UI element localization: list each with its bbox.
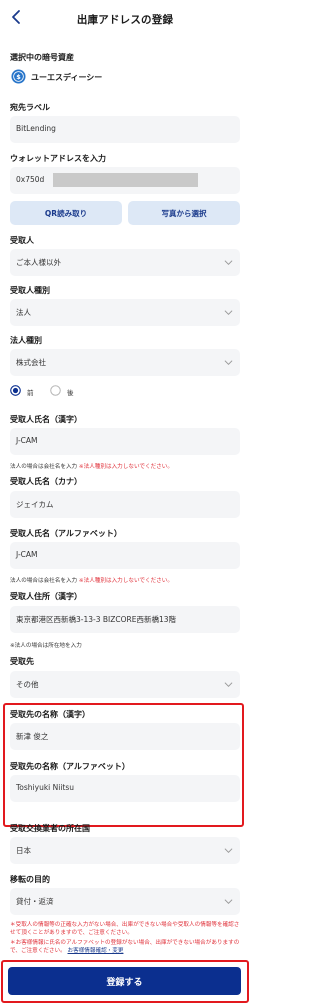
corp-type-value: 株式会社	[16, 358, 46, 367]
address-label: 受取人住所（漢字）	[10, 592, 82, 601]
exchange-country-value: 日本	[16, 846, 31, 855]
recipient-type-select[interactable]: 法人	[10, 299, 240, 326]
notice-alphabet: ＊お客様情報に氏名のアルファベットの登録がない場合、出庫ができない場合があります…	[10, 939, 242, 955]
recipient-type-label: 受取人種別	[10, 286, 50, 295]
recipient-select[interactable]: ご本人様以外	[10, 249, 240, 276]
name-alpha-value: J-CAM	[16, 550, 38, 559]
name-kana-label: 受取人氏名（カナ）	[10, 477, 82, 486]
notice-accuracy: ＊受取人の情報等の正確な入力がない場合、出庫ができない場合や受取人の情報等を確認…	[10, 922, 240, 937]
purpose-select[interactable]: 貸付・返済	[10, 888, 240, 915]
radio-after[interactable]	[50, 385, 61, 396]
chevron-down-icon	[224, 899, 233, 905]
wallet-address-label: ウォレットアドレスを入力	[10, 154, 106, 163]
qr-scan-button[interactable]: QR読み取り	[10, 201, 122, 225]
destination-label-value: BitLending	[16, 124, 56, 133]
receiver-label: 受取先	[10, 657, 34, 666]
chevron-down-icon	[224, 310, 233, 316]
usdc-coin-icon: $	[11, 69, 26, 84]
receiver-name-kanji-label: 受取先の名称（漢字）	[10, 710, 90, 719]
customer-info-link[interactable]: お客様情報確認・変更	[68, 948, 124, 954]
destination-label-label: 宛先ラベル	[10, 103, 50, 112]
name-kana-value: ジェイカム	[16, 500, 54, 509]
photo-select-button[interactable]: 写真から選択	[128, 201, 240, 225]
name-alpha-note-text: 法人の場合は会社名を入力	[10, 578, 78, 584]
redacted-address-mask	[53, 173, 198, 187]
corp-type-select[interactable]: 株式会社	[10, 349, 240, 376]
address-value: 東京都港区西新橋3-13-3 BIZCORE西新橋13階	[16, 615, 177, 624]
receiver-select[interactable]: その他	[10, 671, 240, 698]
receiver-name-alpha-input[interactable]: Toshiyuki Niitsu	[10, 775, 240, 802]
name-kana-input[interactable]: ジェイカム	[10, 491, 240, 518]
receiver-name-kanji-input[interactable]: 新津 俊之	[10, 723, 240, 750]
address-input[interactable]: 東京都港区西新橋3-13-3 BIZCORE西新橋13階	[10, 606, 240, 633]
svg-text:$: $	[16, 73, 21, 81]
chevron-down-icon	[224, 260, 233, 266]
name-alpha-note: 法人の場合は会社名を入力 ※法人種別は入力しないでください。	[10, 576, 173, 584]
recipient-value: ご本人様以外	[16, 258, 61, 267]
wallet-address-value: 0x750d	[16, 175, 45, 184]
radio-before[interactable]	[10, 385, 21, 396]
receiver-value: その他	[16, 680, 39, 689]
crypto-label: 選択中の暗号資産	[10, 53, 74, 62]
recipient-label: 受取人	[10, 236, 34, 245]
exchange-country-label: 受取交換業者の所在国	[10, 824, 90, 833]
chevron-down-icon	[224, 682, 233, 688]
corp-type-label: 法人種別	[10, 336, 42, 345]
name-kanji-value: J-CAM	[16, 436, 38, 445]
name-alpha-label: 受取人氏名（アルファベット）	[10, 529, 122, 538]
wallet-address-input[interactable]: 0x750d	[10, 167, 240, 194]
submit-highlight-frame: 登録する	[1, 960, 249, 1003]
purpose-value: 貸付・返済	[16, 897, 54, 906]
name-kanji-label: 受取人氏名（漢字）	[10, 415, 82, 424]
crypto-name: ユーエスディーシー	[31, 73, 103, 82]
chevron-down-icon	[224, 360, 233, 366]
exchange-country-select[interactable]: 日本	[10, 837, 240, 864]
name-alpha-input[interactable]: J-CAM	[10, 542, 240, 569]
name-kanji-input[interactable]: J-CAM	[10, 428, 240, 455]
purpose-label: 移転の目的	[10, 875, 50, 884]
name-kanji-note: 法人の場合は会社名を入力 ※法人種別は入力しないでください。	[10, 462, 173, 470]
notice-alphabet-text: ＊お客様情報に氏名のアルファベットの登録がない場合、出庫ができない場合があります…	[10, 940, 240, 955]
name-kanji-warn: ※法人種別は入力しないでください。	[78, 464, 173, 470]
recipient-type-value: 法人	[16, 308, 31, 317]
radio-after-label: 後	[67, 389, 74, 397]
receiver-name-alpha-label: 受取先の名称（アルファベット）	[10, 762, 130, 771]
submit-button[interactable]: 登録する	[8, 967, 241, 995]
page-title: 出庫アドレスの登録	[76, 14, 174, 26]
header: 出庫アドレスの登録	[0, 0, 250, 38]
receiver-name-kanji-value: 新津 俊之	[16, 732, 49, 741]
name-alpha-warn: ※法人種別は入力しないでください。	[78, 578, 173, 584]
radio-before-label: 前	[27, 389, 34, 397]
address-note: ※法人の場合は所在地を入力	[10, 643, 82, 649]
name-kanji-note-text: 法人の場合は会社名を入力	[10, 464, 78, 470]
destination-label-input[interactable]: BitLending	[10, 116, 240, 143]
receiver-name-alpha-value: Toshiyuki Niitsu	[16, 783, 75, 792]
chevron-down-icon	[224, 848, 233, 854]
